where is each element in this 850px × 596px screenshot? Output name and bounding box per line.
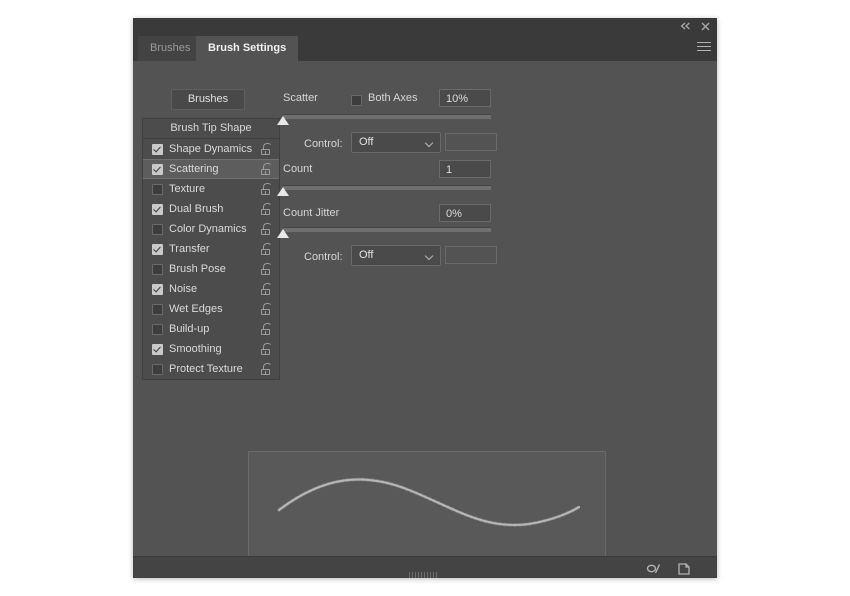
jitter-control-label: Control:	[304, 251, 343, 263]
unlock-icon[interactable]	[261, 243, 272, 255]
jitter-control-extra-input[interactable]	[445, 246, 497, 264]
option-label: Dual Brush	[169, 203, 224, 215]
jitter-control-value: Off	[359, 249, 374, 261]
tab-bar: Brushes Brush Settings	[133, 36, 717, 61]
checkbox-wet-edges[interactable]	[152, 304, 163, 315]
checkbox-transfer[interactable]	[152, 244, 163, 255]
tab-brush-settings[interactable]: Brush Settings	[196, 36, 299, 61]
count-jitter-slider[interactable]	[277, 226, 491, 240]
brush-stroke-preview	[248, 451, 606, 557]
option-label: Wet Edges	[169, 303, 223, 315]
scatter-control-extra-input[interactable]	[445, 133, 497, 151]
checkbox-color-dynamics[interactable]	[152, 224, 163, 235]
count-label: Count	[283, 163, 313, 175]
unlock-icon[interactable]	[261, 343, 272, 355]
unlock-icon[interactable]	[261, 263, 272, 275]
count-slider[interactable]	[277, 184, 491, 198]
count-jitter-label: Count Jitter	[283, 207, 340, 219]
tab-brushes[interactable]: Brushes	[138, 36, 203, 61]
unlock-icon[interactable]	[261, 203, 272, 215]
scatter-control-value: Off	[359, 136, 374, 148]
checkbox-shape-dynamics[interactable]	[152, 144, 163, 155]
resize-grip-icon[interactable]	[409, 572, 441, 578]
unlock-icon[interactable]	[261, 303, 272, 315]
checkbox-build-up[interactable]	[152, 324, 163, 335]
hamburger-menu-icon[interactable]	[697, 42, 711, 54]
checkbox-noise[interactable]	[152, 284, 163, 295]
option-row-scattering[interactable]: Scattering	[143, 159, 279, 179]
option-label: Brush Pose	[169, 263, 226, 275]
panel-footer	[133, 556, 717, 578]
panel-title-bar	[133, 18, 717, 36]
unlock-icon[interactable]	[261, 283, 272, 295]
chevron-down-icon	[426, 140, 433, 144]
panel-body: Brushes Brush Tip Shape Shape Dynamics S…	[133, 61, 717, 557]
option-row-protect-texture[interactable]: Protect Texture	[143, 359, 279, 379]
scatter-label: Scatter	[283, 92, 318, 104]
option-label: Color Dynamics	[169, 223, 247, 235]
option-label: Build-up	[169, 323, 210, 335]
checkbox-dual-brush[interactable]	[152, 204, 163, 215]
checkbox-smoothing[interactable]	[152, 344, 163, 355]
brush-settings-panel: Brushes Brush Settings Brushes Brush Tip…	[133, 18, 717, 578]
option-row-dual-brush[interactable]: Dual Brush	[143, 199, 279, 219]
unlock-icon[interactable]	[261, 143, 272, 155]
jitter-control-dropdown[interactable]: Off	[351, 245, 441, 266]
close-icon[interactable]	[697, 18, 713, 36]
checkbox-texture[interactable]	[152, 184, 163, 195]
brushes-button[interactable]: Brushes	[171, 89, 245, 110]
option-row-smoothing[interactable]: Smoothing	[143, 339, 279, 359]
option-label: Protect Texture	[169, 363, 243, 375]
option-row-transfer[interactable]: Transfer	[143, 239, 279, 259]
option-label: Texture	[169, 183, 206, 195]
option-label: Smoothing	[169, 343, 222, 355]
chevron-down-icon	[426, 253, 433, 257]
unlock-icon[interactable]	[261, 323, 272, 335]
checkbox-brush-pose[interactable]	[152, 264, 163, 275]
option-label: Scattering	[169, 163, 219, 175]
new-brush-icon[interactable]	[676, 561, 694, 577]
brush-tip-shape-header[interactable]: Brush Tip Shape	[143, 119, 279, 139]
option-row-build-up[interactable]: Build-up	[143, 319, 279, 339]
brush-preview-toggle-icon[interactable]	[645, 561, 663, 577]
scatter-control-dropdown[interactable]: Off	[351, 132, 441, 153]
count-jitter-slider-thumb[interactable]	[277, 229, 289, 238]
count-value-input[interactable]: 1	[439, 160, 491, 178]
unlock-icon[interactable]	[261, 183, 272, 195]
option-row-color-dynamics[interactable]: Color Dynamics	[143, 219, 279, 239]
option-label: Shape Dynamics	[169, 143, 253, 155]
option-row-texture[interactable]: Texture	[143, 179, 279, 199]
scatter-slider[interactable]	[277, 113, 491, 127]
both-axes-label: Both Axes	[368, 92, 418, 104]
unlock-icon[interactable]	[261, 163, 272, 175]
scatter-slider-thumb[interactable]	[277, 116, 289, 125]
scatter-value-input[interactable]: 10%	[439, 89, 491, 107]
scatter-slider-track[interactable]	[283, 114, 491, 119]
option-row-brush-pose[interactable]: Brush Pose	[143, 259, 279, 279]
option-row-wet-edges[interactable]: Wet Edges	[143, 299, 279, 319]
option-row-shape-dynamics[interactable]: Shape Dynamics	[143, 139, 279, 159]
checkbox-both-axes[interactable]	[351, 95, 362, 106]
checkbox-protect-texture[interactable]	[152, 364, 163, 375]
count-jitter-slider-track[interactable]	[283, 227, 491, 232]
count-slider-track[interactable]	[283, 185, 491, 190]
count-jitter-value-input[interactable]: 0%	[439, 204, 491, 222]
count-slider-thumb[interactable]	[277, 187, 289, 196]
unlock-icon[interactable]	[261, 223, 272, 235]
scatter-control-label: Control:	[304, 138, 343, 150]
option-row-noise[interactable]: Noise	[143, 279, 279, 299]
double-chevron-left-icon[interactable]	[677, 18, 693, 36]
brush-options-list: Brush Tip Shape Shape Dynamics Scatterin…	[142, 118, 280, 380]
option-label: Transfer	[169, 243, 210, 255]
checkbox-scattering[interactable]	[152, 164, 163, 175]
unlock-icon[interactable]	[261, 363, 272, 375]
option-label: Noise	[169, 283, 198, 295]
